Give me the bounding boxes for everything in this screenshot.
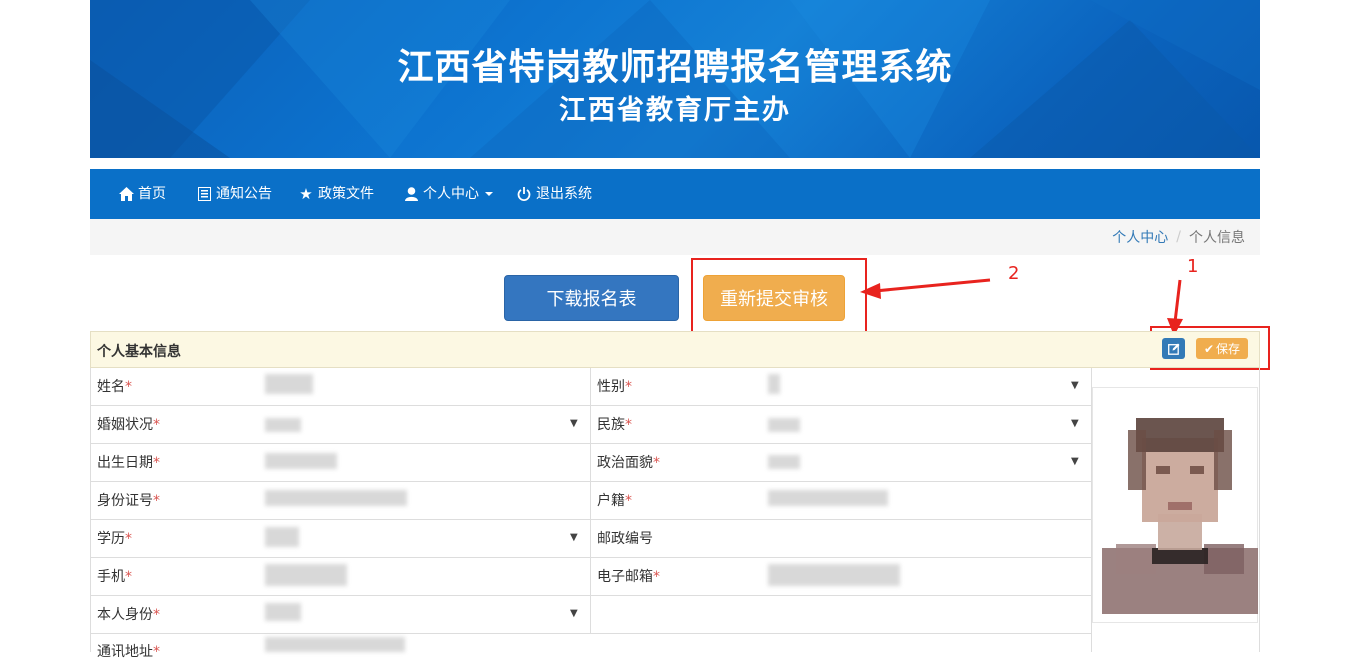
annotation-arrowhead-2 [860, 283, 881, 299]
gender-label: 性别* [597, 379, 632, 395]
chevron-down-icon[interactable]: ▼ [570, 608, 578, 619]
save-button[interactable]: ✔ 保存 [1196, 338, 1248, 359]
id-number-field[interactable] [265, 490, 407, 506]
ethnicity-label: 民族* [597, 417, 632, 433]
annotation-arrow-2 [874, 278, 991, 293]
email-label: 电子邮箱* [597, 569, 660, 585]
chevron-down-icon[interactable]: ▼ [1071, 380, 1079, 391]
row-divider [90, 595, 1091, 596]
edit-icon [1167, 343, 1179, 355]
chevron-down-icon[interactable]: ▼ [1071, 418, 1079, 429]
check-icon: ✔ [1203, 341, 1215, 356]
annotation-number-1: 1 [1187, 256, 1199, 277]
edit-button[interactable] [1162, 338, 1185, 359]
profile-photo [1102, 418, 1258, 614]
household-registration-label: 户籍* [597, 493, 632, 509]
email-field[interactable] [768, 564, 900, 586]
row-divider [90, 633, 1091, 634]
education-label: 学历* [97, 531, 132, 547]
row-divider [90, 443, 1091, 444]
household-registration-field[interactable] [768, 490, 888, 506]
birth-date-field[interactable] [265, 453, 337, 469]
chevron-down-icon[interactable]: ▼ [570, 418, 578, 429]
gender-select[interactable] [768, 374, 780, 394]
form-border-right [1259, 368, 1260, 652]
name-field[interactable] [265, 374, 313, 394]
annotation-number-2: 2 [1008, 263, 1020, 284]
panel-title: 个人基本信息 [97, 344, 181, 360]
ethnicity-select[interactable] [768, 418, 800, 432]
marital-status-select[interactable] [265, 418, 301, 432]
postal-code-label: 邮政编号 [597, 531, 653, 547]
address-field[interactable] [265, 637, 405, 652]
mobile-label: 手机* [97, 569, 132, 585]
birth-date-label: 出生日期* [97, 455, 160, 471]
political-status-label: 政治面貌* [597, 455, 660, 471]
row-divider [90, 405, 1091, 406]
save-button-label: 保存 [1216, 342, 1241, 356]
id-number-label: 身份证号* [97, 493, 160, 509]
row-divider [90, 481, 1091, 482]
panel-header: 个人基本信息 [90, 331, 1260, 368]
chevron-down-icon[interactable]: ▼ [1071, 456, 1079, 467]
form-border-left [90, 368, 91, 652]
address-label: 通讯地址* [97, 644, 160, 660]
mobile-field[interactable] [265, 564, 347, 586]
identity-label: 本人身份* [97, 607, 160, 623]
education-select[interactable] [265, 527, 299, 547]
row-divider [90, 519, 1091, 520]
name-label: 姓名* [97, 379, 132, 395]
political-status-select[interactable] [768, 455, 800, 469]
chevron-down-icon[interactable]: ▼ [570, 532, 578, 543]
row-divider [90, 557, 1091, 558]
identity-select[interactable] [265, 603, 301, 621]
marital-status-label: 婚姻状况* [97, 417, 160, 433]
annotation-arrow-1 [1173, 279, 1182, 323]
